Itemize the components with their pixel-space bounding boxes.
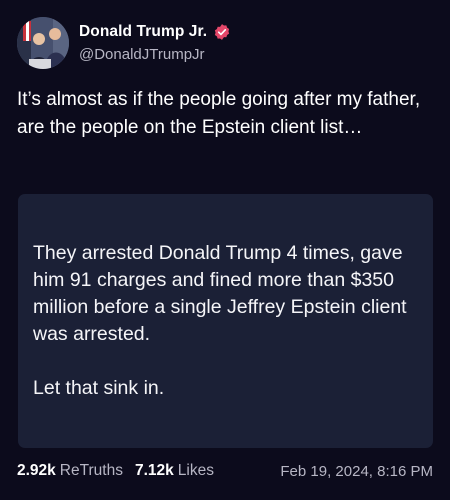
post-timestamp[interactable]: Feb 19, 2024, 8:16 PM [280, 463, 433, 480]
author-handle[interactable]: @DonaldJTrumpJr [79, 46, 231, 63]
post-footer: 2.92k ReTruths 7.12k Likes Feb 19, 2024,… [17, 462, 433, 480]
post-header: Donald Trump Jr. @DonaldJTrumpJr [17, 17, 231, 69]
retruths-count: 2.92k [17, 462, 56, 479]
retruths-label: ReTruths [59, 462, 123, 479]
author-info: Donald Trump Jr. @DonaldJTrumpJr [79, 23, 231, 63]
verified-badge-icon [215, 24, 230, 40]
likes-stat[interactable]: 7.12k Likes [135, 462, 214, 480]
avatar[interactable] [17, 17, 69, 69]
retruths-stat[interactable]: 2.92k ReTruths [17, 462, 123, 480]
quote-closing-text: Let that sink in. [33, 377, 165, 399]
likes-label: Likes [177, 462, 214, 479]
post-text: It’s almost as if the people going after… [17, 89, 421, 138]
author-name[interactable]: Donald Trump Jr. [79, 23, 207, 41]
quote-card[interactable]: They arrested Donald Trump 4 times, gave… [18, 194, 433, 448]
author-name-row: Donald Trump Jr. [79, 23, 231, 41]
likes-count: 7.12k [134, 462, 174, 479]
quote-text: They arrested Donald Trump 4 times, gave… [33, 242, 407, 345]
